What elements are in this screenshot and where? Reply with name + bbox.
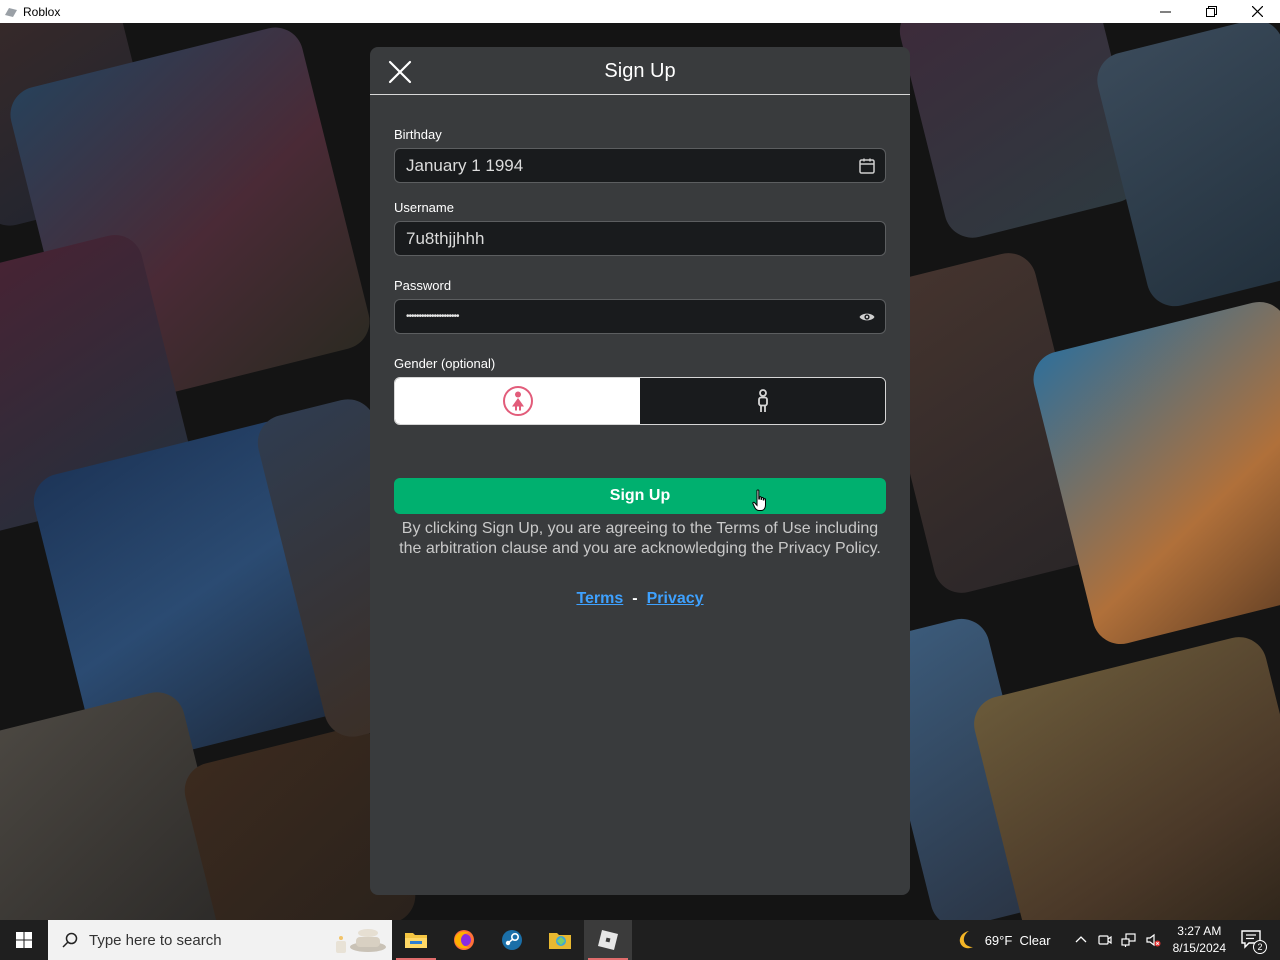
- gender-selector: [394, 377, 886, 425]
- show-password-eye-icon[interactable]: [858, 308, 876, 326]
- clock-time: 3:27 AM: [1177, 924, 1222, 938]
- taskbar-folder-app[interactable]: [536, 920, 584, 960]
- file-explorer-icon: [405, 933, 427, 948]
- roblox-app-icon: [5, 7, 17, 17]
- legal-links: Terms - Privacy: [370, 590, 910, 608]
- calendar-icon[interactable]: [858, 157, 876, 175]
- taskbar-steam[interactable]: [488, 920, 536, 960]
- links-separator: -: [632, 590, 638, 607]
- clock-date: 8/15/2024: [1172, 941, 1226, 955]
- windows-logo-icon: [16, 932, 32, 948]
- folder-app-icon: [549, 933, 571, 949]
- hand-pointer-cursor-icon: [752, 489, 766, 511]
- weather-temp: 69°F: [984, 932, 1013, 948]
- birthday-value: January 1 1994: [406, 155, 524, 175]
- dialog-header: Sign Up: [370, 47, 910, 95]
- window-titlebar: Roblox: [0, 0, 1280, 23]
- taskbar-clock[interactable]: 3:27 AM 8/15/2024: [1173, 923, 1226, 957]
- search-placeholder: Type here to search: [89, 931, 222, 949]
- weather-condition: Clear: [1019, 932, 1051, 948]
- roblox-icon: [598, 930, 618, 950]
- taskbar-firefox[interactable]: [440, 920, 488, 960]
- username-value: 7u8thjjhhh: [406, 228, 485, 248]
- gender-label: Gender (optional): [394, 356, 496, 371]
- signup-dialog: Sign Up Birthday January 1 1994 Username…: [370, 47, 910, 895]
- password-field[interactable]: •••••••••••••••••••••: [394, 299, 886, 334]
- chevron-up-icon[interactable]: [1073, 932, 1089, 948]
- taskbar-file-explorer[interactable]: [392, 920, 440, 960]
- window-title: Roblox: [23, 4, 61, 19]
- system-tray: 69°F Clear 3:27 AM 8/15/2024 2: [955, 920, 1280, 960]
- birthday-label: Birthday: [394, 127, 442, 142]
- username-label: Username: [394, 200, 454, 215]
- restore-icon: [1205, 6, 1217, 17]
- search-icon: [62, 932, 78, 948]
- male-icon: [757, 389, 768, 412]
- start-button[interactable]: [0, 920, 48, 960]
- close-window-button[interactable]: [1234, 0, 1280, 23]
- minimize-button[interactable]: [1142, 0, 1188, 23]
- network-icon[interactable]: [1121, 932, 1137, 948]
- notification-center-button[interactable]: 2: [1240, 928, 1267, 954]
- terms-link[interactable]: Terms: [576, 590, 623, 607]
- taskbar-roblox[interactable]: [584, 920, 632, 960]
- volume-muted-icon[interactable]: [1145, 932, 1161, 948]
- taskbar-search-box[interactable]: Type here to search: [48, 920, 392, 960]
- taskbar: Type here to search 69°F Clear 3:27 AM 8…: [0, 920, 1280, 960]
- notification-count-badge: 2: [1253, 940, 1267, 954]
- meet-now-icon[interactable]: [1097, 932, 1113, 948]
- window-controls: [1142, 0, 1280, 23]
- gender-female-option[interactable]: [395, 378, 640, 424]
- restore-button[interactable]: [1188, 0, 1234, 23]
- username-field[interactable]: 7u8thjjhhh: [394, 221, 886, 256]
- minimize-icon: [1159, 11, 1171, 13]
- close-icon: [1251, 6, 1263, 17]
- password-value: •••••••••••••••••••••: [406, 311, 460, 322]
- firefox-icon: [454, 930, 474, 950]
- steam-icon: [502, 930, 522, 950]
- birthday-field[interactable]: January 1 1994: [394, 148, 886, 183]
- dialog-title: Sign Up: [604, 60, 676, 82]
- password-label: Password: [394, 278, 452, 293]
- weather-readout[interactable]: 69°F Clear: [985, 933, 1051, 948]
- signup-submit-button[interactable]: Sign Up: [394, 478, 886, 514]
- female-icon: [502, 386, 533, 416]
- search-highlight-image: [336, 929, 386, 953]
- gender-male-option[interactable]: [640, 378, 885, 424]
- legal-notice: By clicking Sign Up, you are agreeing to…: [399, 520, 881, 557]
- moon-weather-icon[interactable]: [955, 929, 977, 951]
- privacy-link[interactable]: Privacy: [647, 590, 704, 607]
